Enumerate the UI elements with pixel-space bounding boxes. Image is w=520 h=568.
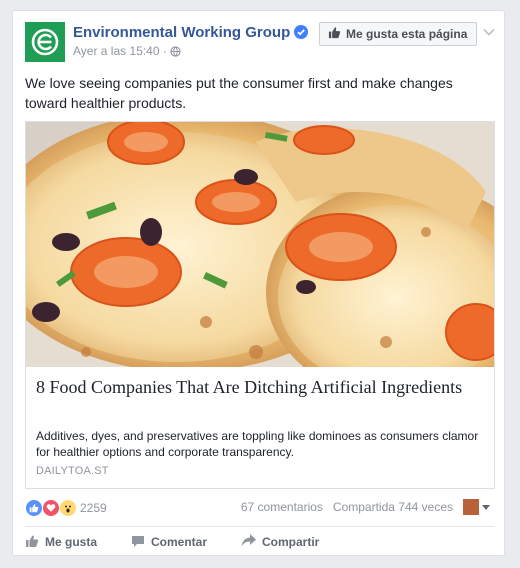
ewg-logo-icon [31,28,59,56]
page-name-text[interactable]: Environmental Working Group [73,24,290,41]
share-label: Compartir [262,535,320,549]
like-page-button[interactable]: Me gusta esta página [319,22,478,46]
like-page-label: Me gusta esta página [346,27,468,41]
meta-separator: · [162,44,167,58]
caret-down-icon [482,500,490,514]
love-reaction-icon [42,499,60,517]
globe-icon [170,46,181,60]
post-meta: Ayer a las 15:40 · [73,44,181,60]
post-text: We love seeing companies put the consume… [25,75,453,111]
shares-count[interactable]: Compartida 744 veces [333,500,453,514]
view-as-selector[interactable] [463,499,490,515]
action-bar: Me gusta Comentar Compartir [25,532,319,552]
link-image[interactable] [26,122,494,367]
share-arrow-icon [241,534,256,550]
like-label: Me gusta [45,535,98,549]
engagement-stats: 67 comentarios Compartida 744 veces [241,499,490,515]
wow-reaction-icon [59,499,77,517]
comment-label: Comentar [151,535,208,549]
avatar [463,499,479,515]
link-title[interactable]: 8 Food Companies That Are Ditching Artif… [36,376,476,398]
link-domain: DAILYTOA.ST [36,465,109,477]
like-button[interactable]: Me gusta [25,532,131,552]
page-avatar[interactable] [25,22,65,62]
comment-button[interactable]: Comentar [131,532,241,552]
verified-badge-icon [294,25,309,43]
chevron-down-icon[interactable] [483,24,495,42]
reaction-count[interactable]: 2259 [80,501,107,515]
like-reaction-icon [25,499,43,517]
pizza-image [26,122,494,367]
share-button[interactable]: Compartir [241,532,319,552]
link-description: Additives, dyes, and preservatives are t… [36,429,479,459]
reactions-summary[interactable]: 2259 [25,499,107,517]
link-preview[interactable]: 8 Food Companies That Are Ditching Artif… [25,121,495,489]
post-card: Environmental Working Group Ayer a las 1… [12,10,505,556]
page-name-link[interactable]: Environmental Working Group [73,24,309,43]
post-timestamp[interactable]: Ayer a las 15:40 [73,44,160,58]
divider [25,526,494,527]
comments-count[interactable]: 67 comentarios [241,500,323,514]
thumbs-up-icon [25,534,39,551]
thumbs-up-icon [328,26,341,42]
comment-bubble-icon [131,534,145,551]
